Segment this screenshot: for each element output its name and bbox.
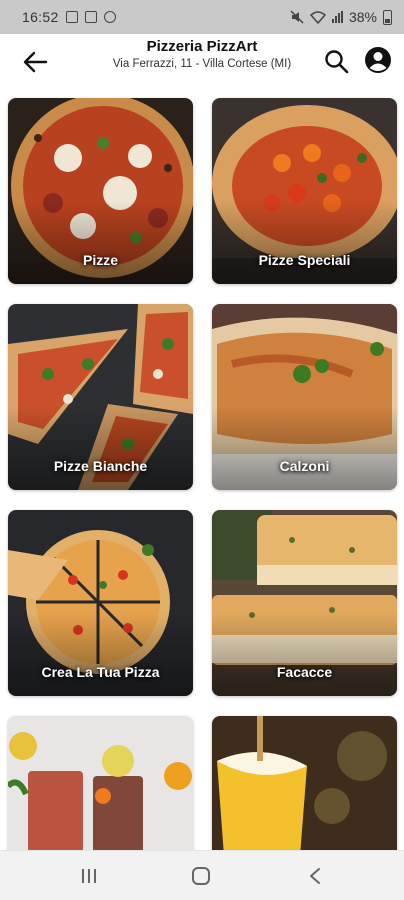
category-card-facacce[interactable]: Facacce bbox=[212, 510, 397, 696]
category-label: Pizze Bianche bbox=[53, 458, 148, 474]
app-notification-icon bbox=[103, 11, 116, 23]
app-header: Pizzeria PizzArt Via Ferrazzi, 11 - Vill… bbox=[0, 34, 404, 90]
mute-icon bbox=[290, 10, 304, 24]
signal-icon bbox=[331, 11, 343, 23]
account-icon[interactable] bbox=[364, 46, 392, 74]
status-right: 38% bbox=[290, 9, 392, 25]
category-card-crea-la-tua-pizza[interactable]: Crea La Tua Pizza bbox=[8, 510, 193, 696]
title-block: Pizzeria PizzArt Via Ferrazzi, 11 - Vill… bbox=[90, 38, 314, 70]
category-label: Crea La Tua Pizza bbox=[41, 664, 160, 680]
category-card-pizze[interactable]: Pizze bbox=[8, 98, 193, 284]
search-icon[interactable] bbox=[323, 48, 351, 76]
system-back-icon[interactable] bbox=[308, 867, 322, 885]
status-left: 16:52 bbox=[22, 9, 116, 25]
battery-percent: 38% bbox=[348, 9, 377, 25]
page-subtitle: Via Ferrazzi, 11 - Villa Cortese (MI) bbox=[112, 58, 292, 70]
category-label: Calzoni bbox=[279, 458, 330, 474]
category-label: Facacce bbox=[276, 664, 333, 680]
wifi-icon bbox=[309, 10, 326, 24]
category-grid: Pizze Pizze Speciali Pizze Bianche Calzo… bbox=[8, 98, 398, 900]
arrow-left-icon[interactable] bbox=[22, 50, 50, 74]
battery-icon bbox=[383, 9, 392, 25]
status-bar: 16:52 38% bbox=[0, 0, 404, 34]
category-card-pizze-speciali[interactable]: Pizze Speciali bbox=[212, 98, 397, 284]
category-label: Pizze Speciali bbox=[258, 252, 351, 268]
category-card-pizze-bianche[interactable]: Pizze Bianche bbox=[8, 304, 193, 490]
home-icon[interactable] bbox=[192, 867, 210, 885]
status-time: 16:52 bbox=[22, 9, 59, 25]
checkbox-notification-icon bbox=[84, 11, 97, 23]
recent-apps-icon[interactable] bbox=[80, 868, 98, 884]
category-label: Pizze bbox=[82, 252, 118, 268]
category-card-calzoni[interactable]: Calzoni bbox=[212, 304, 397, 490]
gallery-notification-icon bbox=[65, 11, 78, 23]
page-title: Pizzeria PizzArt bbox=[146, 38, 258, 55]
system-nav-bar bbox=[0, 850, 404, 900]
